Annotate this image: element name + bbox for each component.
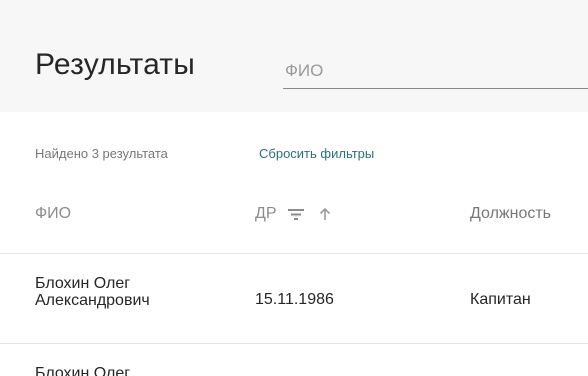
column-header-label: ДР [255, 205, 277, 222]
filter-icon[interactable] [287, 207, 305, 221]
cell-birth-date: 15.11.1986 [255, 291, 334, 308]
cell-position: Капитан [470, 291, 531, 308]
results-count-text: Найдено 3 результата [35, 146, 168, 161]
results-header: Результаты [0, 0, 588, 112]
table-row[interactable]: Блохин Олег Александрович 15.11.1986 Кап… [0, 254, 588, 343]
column-header-dr[interactable]: ДР [255, 205, 331, 223]
column-header-label: Должность [470, 205, 551, 222]
reset-filters-link[interactable]: Сбросить фильтры [259, 146, 374, 161]
column-header-fio[interactable]: ФИО [35, 205, 71, 223]
search-field [283, 55, 588, 89]
table-row[interactable]: Блохин Олег [0, 344, 588, 376]
cell-fio: Блохин Олег [35, 365, 131, 376]
page-title: Результаты [35, 48, 195, 81]
column-header-position[interactable]: Должность [470, 205, 551, 223]
arrow-up-icon[interactable] [319, 207, 331, 221]
column-header-label: ФИО [35, 205, 72, 222]
cell-fio: Блохин Олег Александрович [35, 275, 150, 309]
search-input[interactable] [283, 55, 588, 87]
